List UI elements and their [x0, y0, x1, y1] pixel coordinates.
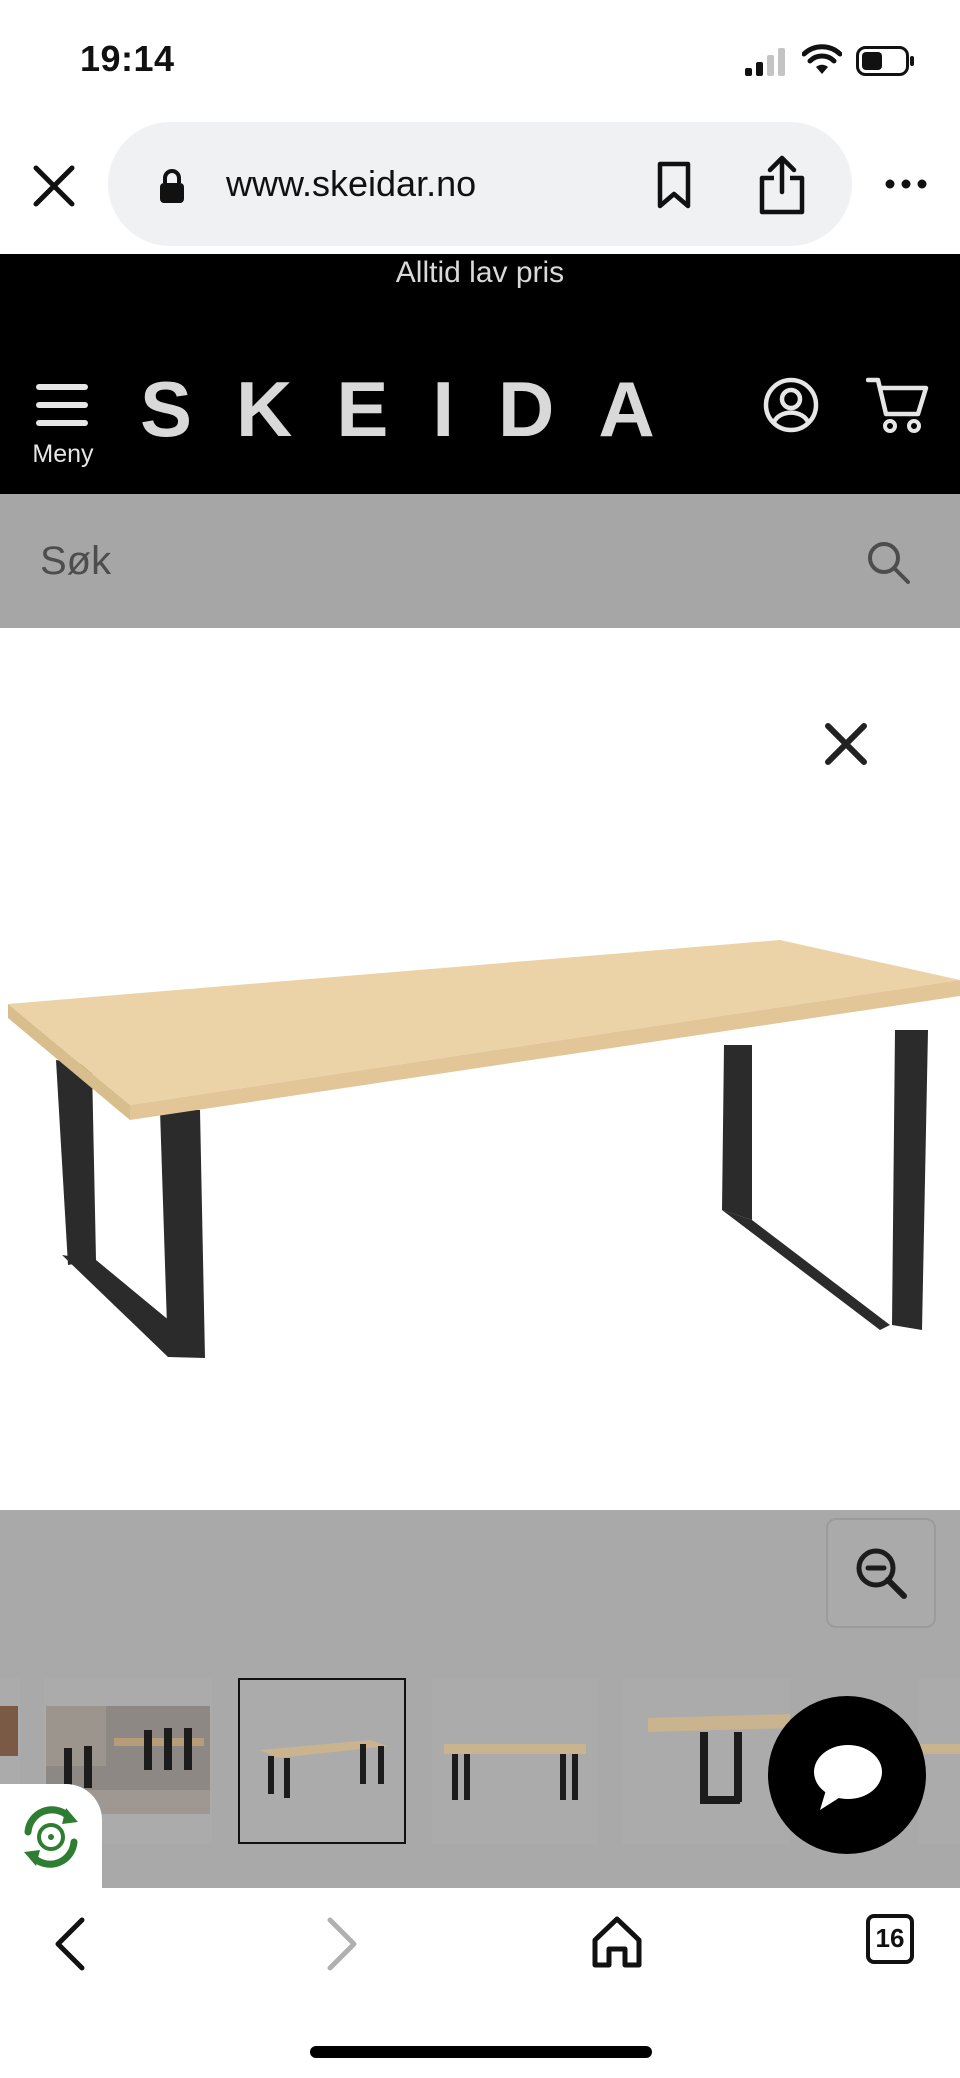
address-bar[interactable] [108, 122, 852, 246]
cellular-signal-icon [745, 48, 785, 76]
battery-icon [856, 46, 914, 76]
close-icon[interactable] [822, 720, 870, 768]
zoom-out-icon [856, 1548, 907, 1599]
skeidar-logo[interactable]: SKEIDAR [140, 362, 670, 452]
promo-banner: Alltid lav pris [395, 256, 565, 289]
status-time: 19:14 [80, 38, 175, 79]
gallery-thumbnail[interactable] [432, 1678, 598, 1844]
lock-icon [160, 169, 184, 203]
gallery-thumbnail-selected[interactable] [238, 1678, 406, 1844]
url-text[interactable]: www.skeidar.no [226, 163, 476, 205]
share-icon[interactable] [756, 154, 808, 216]
chevron-left-icon[interactable] [50, 1914, 90, 1974]
close-icon[interactable] [28, 160, 80, 212]
recycle-icon [24, 1806, 78, 1868]
svg-text:SKEIDAR: SKEIDAR [140, 365, 670, 452]
gallery-thumbnail[interactable] [622, 1678, 790, 1844]
wifi-icon [802, 44, 842, 74]
menu-label[interactable]: Meny [18, 440, 108, 469]
hamburger-icon[interactable] [34, 380, 90, 430]
more-icon[interactable] [884, 174, 928, 194]
product-image[interactable] [0, 920, 960, 1440]
search-icon[interactable] [864, 538, 912, 586]
bookmark-icon[interactable] [652, 160, 696, 210]
home-icon[interactable] [590, 1914, 644, 1970]
search-input[interactable] [0, 494, 840, 628]
cart-icon[interactable] [866, 374, 930, 436]
chat-icon [814, 1745, 882, 1810]
chevron-right-icon[interactable] [322, 1914, 362, 1974]
tab-count: 16 [875, 1923, 905, 1953]
account-icon[interactable] [762, 376, 820, 434]
home-indicator [310, 2046, 652, 2058]
